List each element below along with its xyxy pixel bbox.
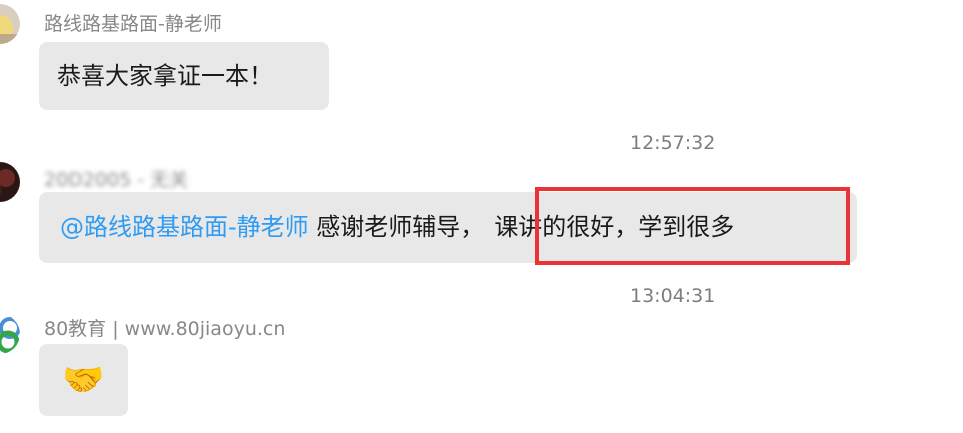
avatar-student[interactable] [0,162,20,202]
message-bubble[interactable]: 恭喜大家拿证一本！ [39,42,329,110]
avatar-80jiaoyu[interactable] [0,314,20,354]
message-bubble[interactable]: 🤝 [39,344,128,416]
chat-window: 路线路基路面-静老师 恭喜大家拿证一本！ 12:57:32 20D2005 - … [0,0,963,433]
highlight-annotation-box [535,187,850,265]
message-text: 感谢老师辅导， [308,213,485,241]
sender-name: 80教育 | www.80jiaoyu.cn [44,318,286,340]
message-timestamp: 12:57:32 [630,132,716,154]
sender-name: 20D2005 - 无关 [44,171,188,190]
avatar-teacher[interactable] [0,4,20,44]
handshake-emoji: 🤝 [62,360,105,400]
sender-name-blurred: 20D2005 - 无关 [44,169,189,191]
message-text: 恭喜大家拿证一本！ [57,62,273,90]
sender-name: 路线路基路面-静老师 [44,13,222,35]
message-timestamp: 13:04:31 [630,285,716,307]
mention-link[interactable]: @路线路基路面-静老师 [60,213,309,241]
